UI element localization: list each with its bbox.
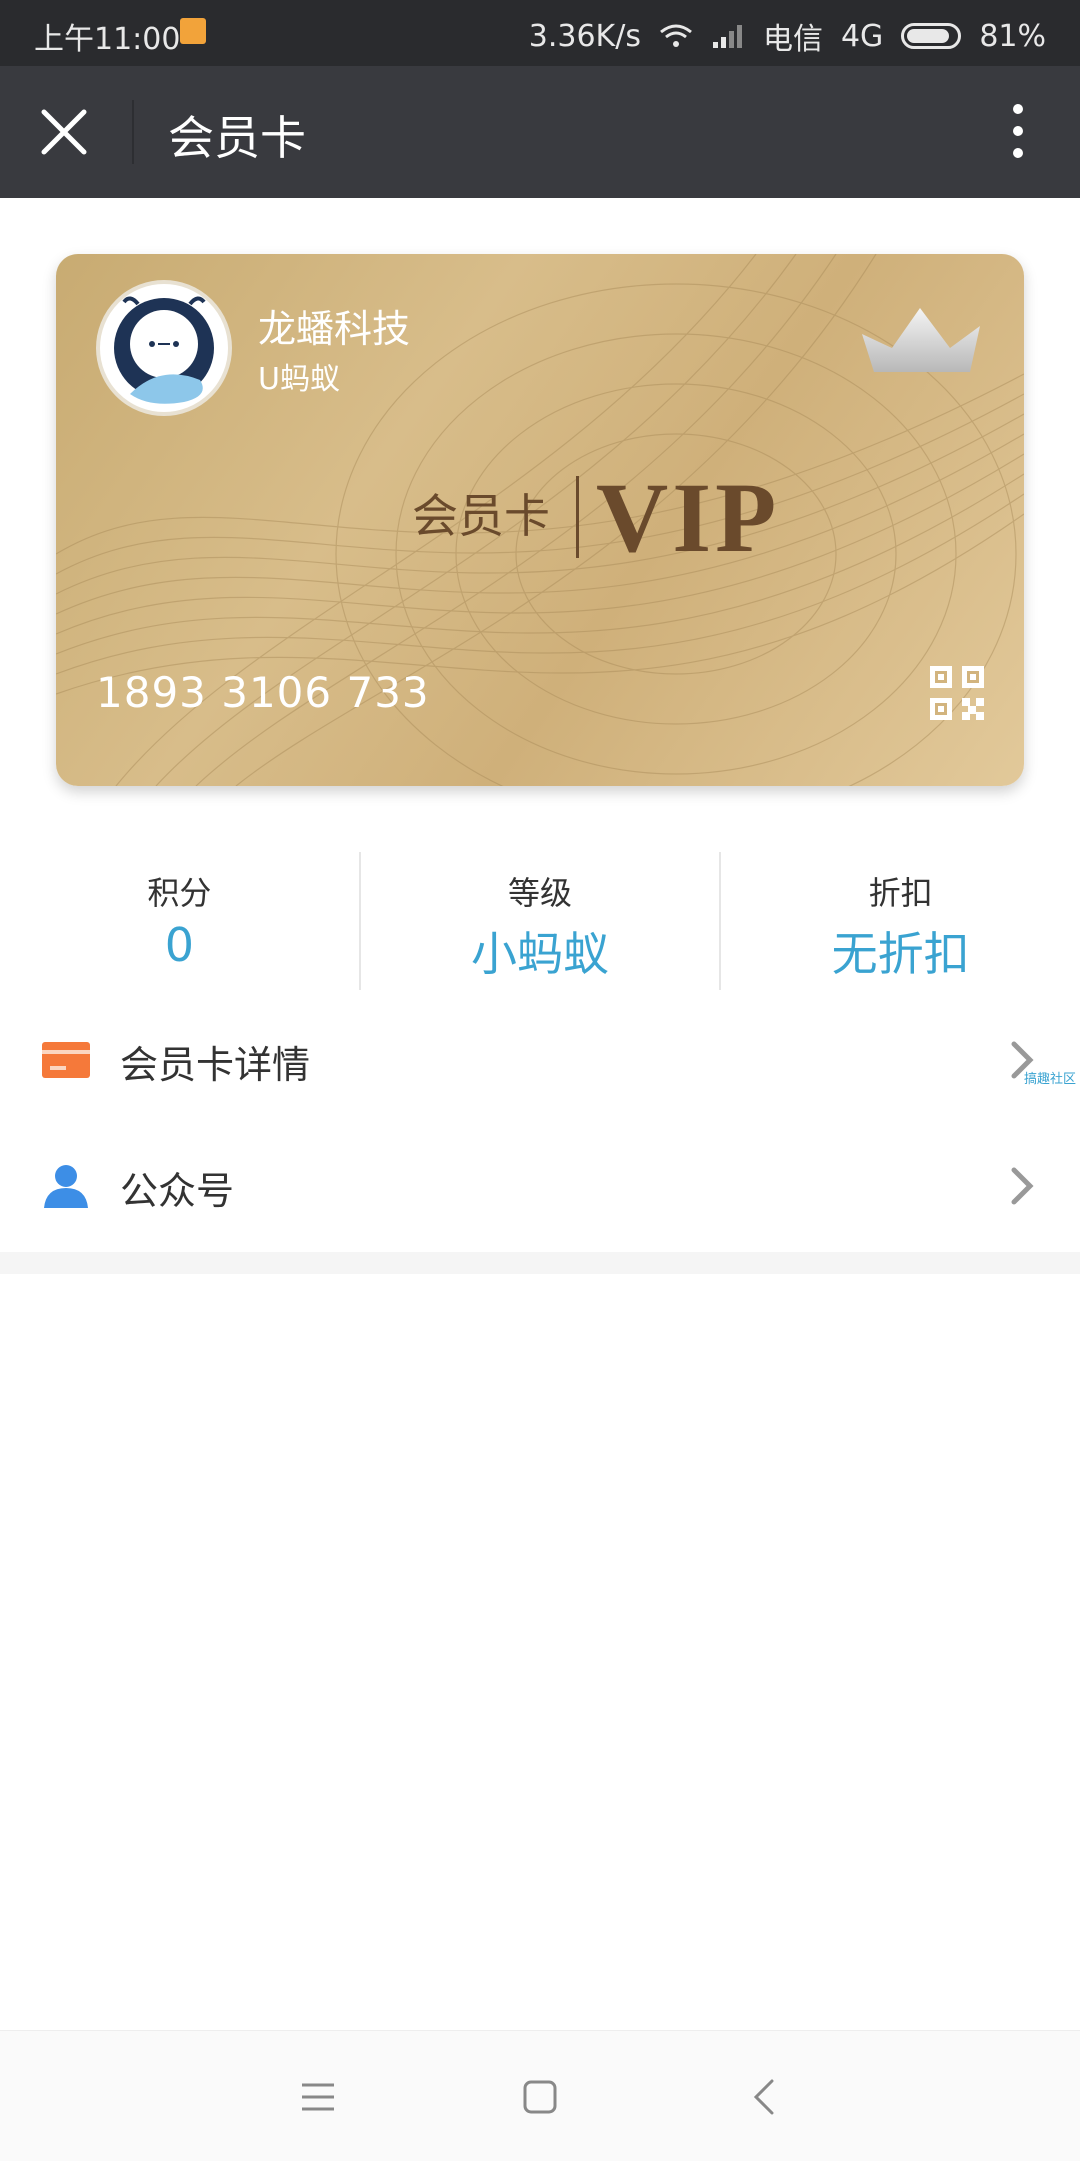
stat-label: 折扣 <box>868 874 933 912</box>
title-divider <box>132 100 134 164</box>
stat-value: 无折扣 <box>831 927 970 981</box>
battery-icon <box>901 23 962 49</box>
status-right: 3.36K/s 电信 4G 81% <box>529 14 1046 58</box>
page-title: 会员卡 <box>168 111 306 165</box>
person-icon <box>44 1165 88 1208</box>
status-bar: 上午11:00 3.36K/s 电信 4G 81% <box>0 0 1080 66</box>
carrier-label: 电信 <box>762 22 823 57</box>
battery-level <box>907 29 950 43</box>
crown-icon <box>862 308 980 372</box>
menu-icon[interactable] <box>296 2075 340 2119</box>
list-item-label: 公众号 <box>120 1169 235 1213</box>
card-label-divider <box>576 476 579 558</box>
brand-subtitle: U蚂蚁 <box>258 362 340 397</box>
notification-icon <box>180 18 206 44</box>
battery-percent: 81% <box>979 18 1046 54</box>
stat-value: 0 <box>164 918 194 972</box>
more-menu-icon[interactable] <box>1012 104 1024 160</box>
signal-icon <box>712 25 742 48</box>
section-separator <box>0 1252 1080 1274</box>
brand-name: 龙蟠科技 <box>258 307 411 351</box>
stat-value: 小蚂蚁 <box>471 927 609 981</box>
card-number: 1893 3106 733 <box>96 668 430 717</box>
list-item-official-account[interactable]: 公众号 <box>0 1122 1080 1248</box>
ant-logo-icon <box>114 296 214 404</box>
wifi-icon <box>660 24 692 47</box>
status-time: 上午11:00 <box>34 22 181 57</box>
vip-label: VIP <box>596 462 781 573</box>
stat-label: 等级 <box>508 874 573 912</box>
close-icon[interactable] <box>38 106 90 158</box>
list-item-label: 会员卡详情 <box>120 1043 311 1087</box>
qr-code-icon[interactable] <box>930 666 984 720</box>
membership-card[interactable]: 龙蟠科技 U蚂蚁 会员卡 VIP 1893 3106 733 <box>56 254 1024 786</box>
member-stats: 积分 0 等级 小蚂蚁 折扣 无折扣 <box>0 852 1080 990</box>
network-type: 4G <box>840 18 884 54</box>
stat-discount: 折扣 无折扣 <box>719 852 1080 990</box>
card-label: 会员卡 <box>412 489 550 543</box>
stat-level: 等级 小蚂蚁 <box>358 852 720 990</box>
title-bar: 会员卡 <box>0 66 1080 198</box>
watermark-text: 搞趣社区 <box>1023 1072 1076 1087</box>
back-icon[interactable] <box>744 2075 788 2119</box>
chevron-right-icon <box>1011 1167 1034 1205</box>
stat-label: 积分 <box>147 874 212 912</box>
stat-points: 积分 0 <box>0 852 359 990</box>
system-nav-bar <box>0 2030 1080 2161</box>
list-item-card-details[interactable]: 会员卡详情 <box>0 996 1080 1122</box>
card-icon <box>42 1042 90 1078</box>
network-speed: 3.36K/s <box>528 18 641 54</box>
home-icon[interactable] <box>518 2075 562 2119</box>
brand-avatar <box>96 280 232 416</box>
